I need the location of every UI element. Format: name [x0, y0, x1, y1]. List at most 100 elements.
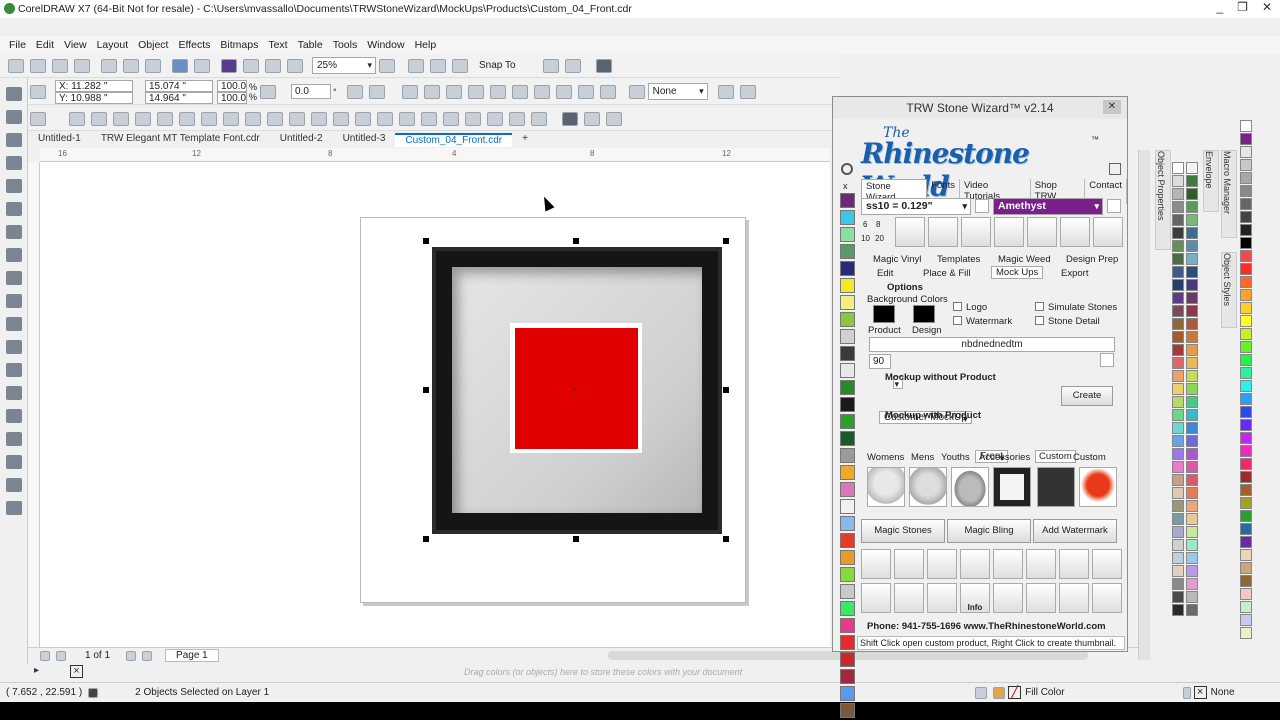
- cut-icon[interactable]: [101, 58, 117, 73]
- create-button[interactable]: Create: [1061, 386, 1113, 406]
- tab-edit[interactable]: Edit: [877, 268, 893, 279]
- menu-edit[interactable]: Edit: [31, 39, 59, 51]
- lock-icon[interactable]: [562, 111, 578, 126]
- swatch[interactable]: [1186, 539, 1198, 551]
- eraser-tool-icon[interactable]: [157, 111, 173, 126]
- swatch[interactable]: [1186, 448, 1198, 460]
- settings-icon[interactable]: [993, 583, 1023, 613]
- swatch[interactable]: [1240, 445, 1252, 457]
- swatch[interactable]: [840, 669, 855, 684]
- random-pattern-icon[interactable]: [1093, 217, 1123, 247]
- swatch[interactable]: [1240, 419, 1252, 431]
- search-content-icon[interactable]: [221, 58, 237, 73]
- scale-x-field[interactable]: 100.0: [217, 79, 247, 92]
- docker-object-styles[interactable]: Object Styles: [1221, 252, 1237, 328]
- swatch[interactable]: [1186, 305, 1198, 317]
- swatch[interactable]: [1186, 253, 1198, 265]
- info-icon[interactable]: Info: [960, 583, 990, 613]
- logo-checkbox[interactable]: Logo: [953, 302, 987, 313]
- swatch[interactable]: [840, 346, 855, 361]
- swatch[interactable]: [1172, 409, 1184, 421]
- curve-tool-icon[interactable]: [135, 111, 151, 126]
- swatch[interactable]: [1240, 471, 1252, 483]
- menu-view[interactable]: View: [59, 39, 92, 51]
- swatch[interactable]: [1172, 565, 1184, 577]
- swatch[interactable]: [1186, 175, 1198, 187]
- swatch[interactable]: [1172, 331, 1184, 343]
- rectangle-icon[interactable]: [6, 225, 22, 239]
- outline-pen-icon[interactable]: [628, 84, 645, 99]
- smart-fill-icon[interactable]: [6, 455, 22, 469]
- swatch[interactable]: [1172, 578, 1184, 590]
- maximize-button[interactable]: ❐: [1237, 0, 1248, 14]
- tab-templates[interactable]: Templates: [937, 254, 980, 265]
- tab-accessories[interactable]: Accessories: [979, 452, 1030, 463]
- text-tool-icon[interactable]: [267, 111, 283, 126]
- swatch[interactable]: [1186, 526, 1198, 538]
- ellipse-icon[interactable]: [6, 248, 22, 262]
- size-20-button[interactable]: 20: [875, 234, 884, 243]
- color-eyedropper-icon[interactable]: [487, 111, 503, 126]
- selection-handle-ne[interactable]: [723, 238, 729, 244]
- swatch[interactable]: [1172, 422, 1184, 434]
- tab-untitled-3[interactable]: Untitled-3: [333, 133, 396, 147]
- hint-arrow-icon[interactable]: ▸: [34, 665, 39, 676]
- swatch[interactable]: [1186, 331, 1198, 343]
- swatch[interactable]: [840, 380, 855, 395]
- swatch[interactable]: [1172, 526, 1184, 538]
- menu-object[interactable]: Object: [133, 39, 173, 51]
- outline-width-select[interactable]: None: [647, 83, 708, 100]
- redo-icon[interactable]: [194, 58, 210, 73]
- swatch[interactable]: [1186, 227, 1198, 239]
- swatch[interactable]: [1240, 328, 1252, 340]
- selection-handle-e[interactable]: [723, 387, 729, 393]
- swatch[interactable]: [1186, 578, 1198, 590]
- outline-pen-status-icon[interactable]: [1182, 686, 1191, 699]
- show-rulers-icon[interactable]: [408, 58, 424, 73]
- redo-arrow-icon[interactable]: [1059, 583, 1089, 613]
- swatch[interactable]: [1172, 279, 1184, 291]
- swatch[interactable]: [1172, 513, 1184, 525]
- connector-icon[interactable]: [6, 340, 22, 354]
- swatch[interactable]: [1186, 266, 1198, 278]
- swatch[interactable]: [1240, 536, 1252, 548]
- swatch[interactable]: [1172, 461, 1184, 473]
- swatch[interactable]: [840, 414, 855, 429]
- swatch[interactable]: [1240, 406, 1252, 418]
- selection-handle-n[interactable]: [573, 238, 579, 244]
- add-watermark-button[interactable]: Add Watermark: [1033, 519, 1117, 543]
- swatch[interactable]: [840, 312, 855, 327]
- swatch[interactable]: [840, 482, 855, 497]
- swatch[interactable]: [1186, 604, 1198, 616]
- menu-table[interactable]: Table: [293, 39, 328, 51]
- stone-lock-icon[interactable]: [961, 217, 991, 247]
- transparency-tool-icon[interactable]: [465, 111, 481, 126]
- trash-icon[interactable]: [1092, 583, 1122, 613]
- replace-stones-icon[interactable]: [1092, 549, 1122, 579]
- swatch[interactable]: [1240, 601, 1252, 613]
- menu-text[interactable]: Text: [263, 39, 292, 51]
- tab-youths[interactable]: Youths: [941, 452, 970, 463]
- swatch[interactable]: [1186, 591, 1198, 603]
- swatch[interactable]: [1240, 458, 1252, 470]
- swatch[interactable]: [1240, 237, 1252, 249]
- shape-tool-icon[interactable]: [69, 111, 85, 126]
- docker-object-properties[interactable]: Object Properties: [1155, 150, 1171, 250]
- tab-custom-04-front[interactable]: Custom_04_Front.cdr: [395, 133, 513, 147]
- swatch[interactable]: [1240, 289, 1252, 301]
- envelope-tool-icon[interactable]: [421, 111, 437, 126]
- step-path-icon[interactable]: [894, 549, 924, 579]
- zoom-select[interactable]: 25%: [312, 57, 376, 74]
- show-guidelines-icon[interactable]: [452, 58, 468, 73]
- menu-effects[interactable]: Effects: [173, 39, 215, 51]
- red-stone-icon[interactable]: [861, 583, 891, 613]
- panel-close-button[interactable]: ✕: [1103, 100, 1121, 114]
- swatch[interactable]: [840, 567, 855, 582]
- swatch[interactable]: [1172, 500, 1184, 512]
- publish-pdf-icon[interactable]: [287, 58, 303, 73]
- swatch[interactable]: [1240, 432, 1252, 444]
- swatch[interactable]: [1186, 565, 1198, 577]
- swatch[interactable]: [1186, 409, 1198, 421]
- swatch[interactable]: [1240, 263, 1252, 275]
- swatch[interactable]: [1186, 292, 1198, 304]
